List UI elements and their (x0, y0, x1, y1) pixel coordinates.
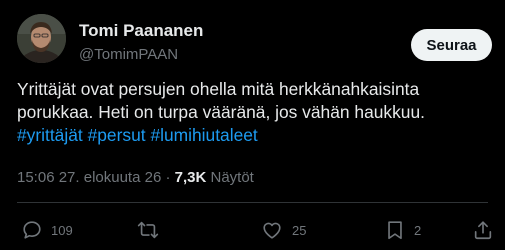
reply-button[interactable]: 109 (21, 214, 73, 246)
follow-button[interactable]: Seuraa (411, 29, 492, 61)
like-button[interactable]: 25 (260, 214, 306, 246)
views-label: Näytöt (210, 169, 254, 186)
action-bar: 109 25 2 (0, 214, 505, 246)
bookmark-count: 2 (414, 222, 422, 238)
hashtag-list: #yrittäjät #persut #lumihiutaleet (17, 124, 502, 147)
like-count: 25 (292, 222, 307, 238)
profile-photo-icon (17, 14, 66, 63)
author-handle[interactable]: @TomimPAAN (79, 46, 178, 63)
tweet-meta: 15:06 27. elokuuta 26 · 7,3K Näytöt (17, 169, 254, 186)
divider (17, 202, 488, 203)
bookmark-button[interactable]: 2 (384, 214, 421, 246)
timestamp-link[interactable]: 15:06 27. elokuuta 26 (17, 169, 161, 186)
repost-button[interactable] (136, 214, 160, 246)
meta-separator: · (165, 169, 171, 186)
hashtag-link[interactable]: #lumihiutaleet (150, 125, 257, 145)
tweet-text-line: Yrittäjät ovat persujen ohella mitä herk… (17, 79, 420, 99)
reply-icon (23, 221, 41, 239)
heart-icon (263, 222, 281, 239)
author-name[interactable]: Tomi Paananen (79, 21, 203, 41)
share-icon (474, 221, 492, 240)
hashtag-link[interactable]: #persut (88, 125, 146, 145)
tweet-text: Yrittäjät ovat persujen ohella mitä herk… (17, 78, 502, 147)
repost-icon (137, 221, 159, 239)
hashtag-link[interactable]: #yrittäjät (17, 125, 83, 145)
reply-count: 109 (51, 222, 73, 238)
share-button[interactable] (472, 214, 494, 246)
tweet-text-line: porukkaa. Heti on turpa vääränä, jos väh… (17, 102, 425, 122)
bookmark-icon (388, 221, 402, 240)
views-count: 7,3K (174, 169, 207, 186)
avatar[interactable] (17, 14, 66, 63)
